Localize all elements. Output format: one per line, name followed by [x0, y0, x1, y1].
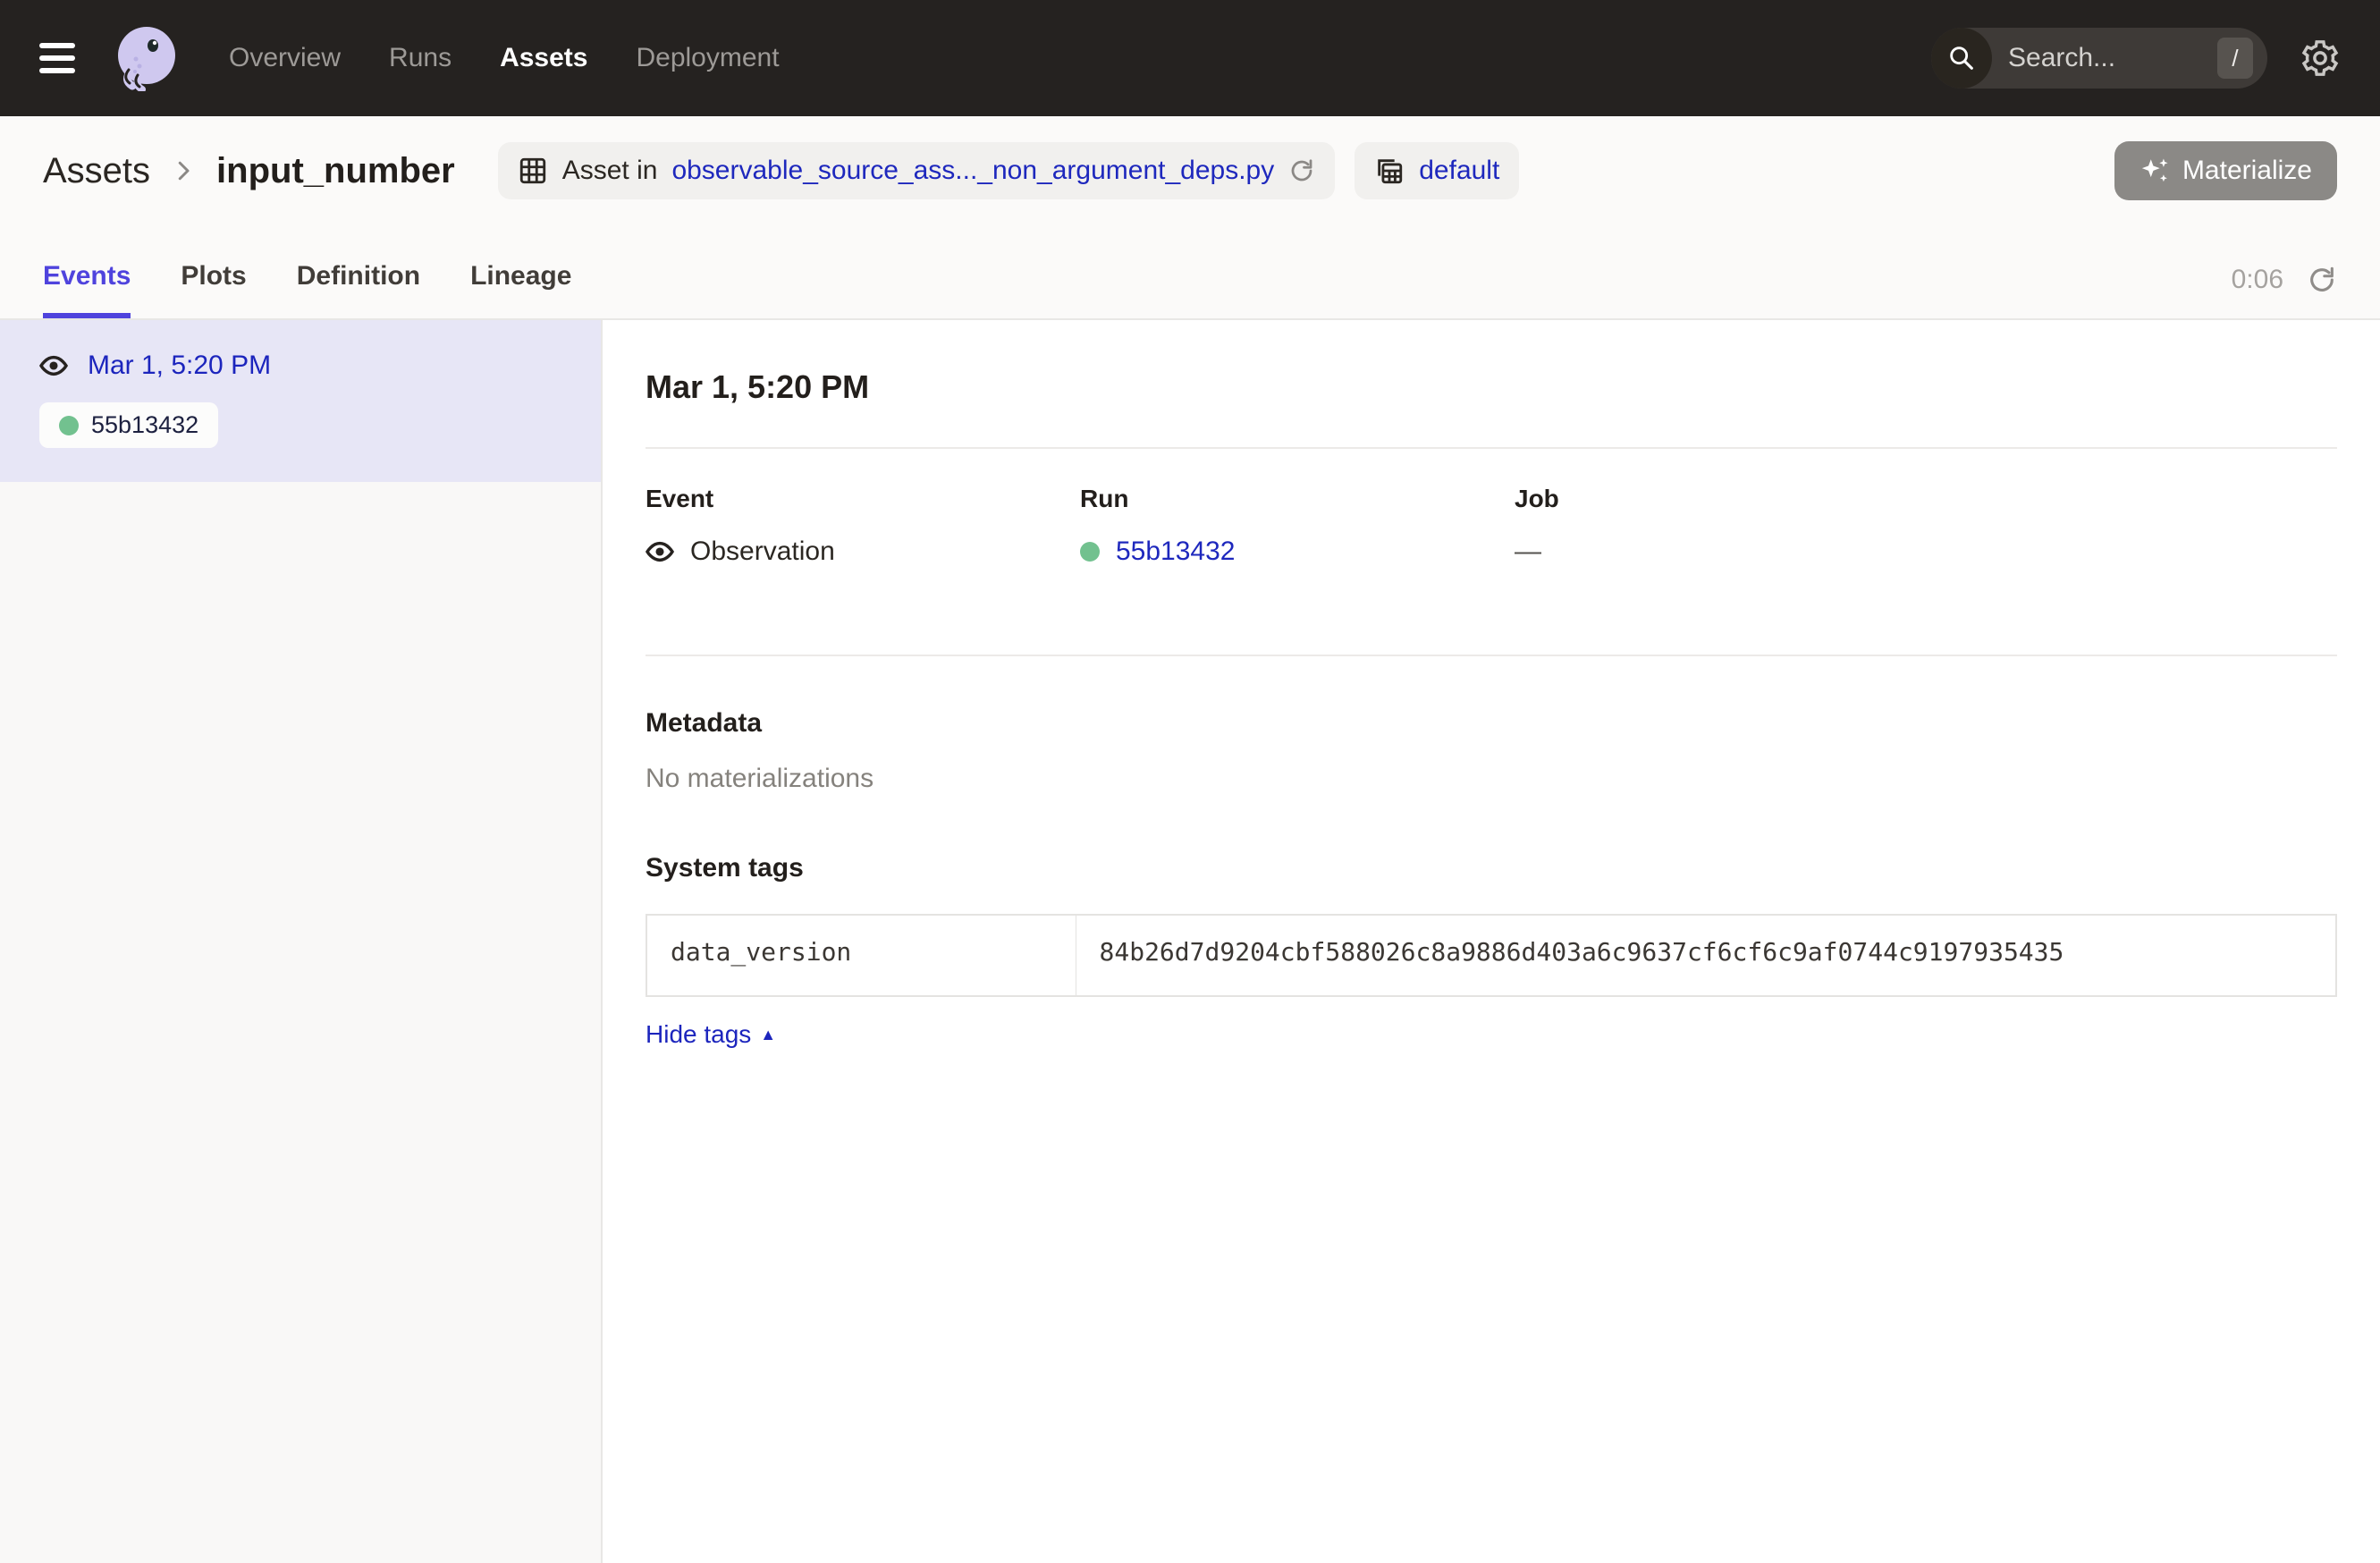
asset-header: Assets input_number Asset in observable_…: [0, 116, 2380, 320]
breadcrumb-assets-link[interactable]: Assets: [43, 151, 150, 191]
run-column: Run 55b13432: [1080, 485, 1515, 567]
breadcrumb: Assets input_number Asset in observable_…: [0, 116, 2380, 225]
nav-assets[interactable]: Assets: [500, 43, 587, 73]
settings-gear-icon[interactable]: [2300, 38, 2341, 79]
run-status-dot: [1080, 542, 1100, 562]
tab-lineage[interactable]: Lineage: [470, 261, 571, 318]
job-column: Job —: [1515, 485, 1949, 567]
refresh-icon[interactable]: [2307, 265, 2337, 295]
nav-runs[interactable]: Runs: [389, 43, 452, 73]
sparkle-icon: [2139, 156, 2170, 186]
run-status-dot: [59, 416, 79, 435]
tab-events[interactable]: Events: [43, 261, 131, 318]
divider: [646, 655, 2337, 656]
caret-up-icon: ▲: [760, 1026, 776, 1044]
asset-location-pill: Asset in observable_source_ass..._non_ar…: [498, 142, 1336, 199]
materialize-label: Materialize: [2182, 156, 2312, 186]
system-tags-table: data_version 84b26d7d9204cbf588026c8a988…: [646, 914, 2337, 997]
event-list-sidebar: Mar 1, 5:20 PM 55b13432: [0, 320, 603, 1563]
observation-eye-icon: [39, 351, 68, 380]
nav-overview[interactable]: Overview: [229, 43, 341, 73]
run-id-link[interactable]: 55b13432: [1116, 536, 1235, 567]
search-icon: [1931, 28, 1992, 89]
search-input[interactable]: [1992, 43, 2217, 73]
asset-table-icon: [518, 156, 548, 186]
menu-icon[interactable]: [39, 43, 75, 73]
repository-pill: default: [1355, 142, 1519, 199]
dagster-logo[interactable]: [113, 25, 179, 91]
hide-tags-link[interactable]: Hide tags ▲: [646, 1020, 776, 1049]
chevron-right-icon: [170, 157, 197, 184]
metadata-empty-text: No materializations: [646, 764, 2337, 794]
repository-link[interactable]: default: [1419, 156, 1499, 186]
job-value: —: [1515, 536, 1949, 567]
primary-nav: Overview Runs Assets Deployment: [229, 43, 780, 73]
observation-eye-icon: [646, 537, 674, 566]
event-type-value: Observation: [690, 536, 835, 567]
event-detail-title: Mar 1, 5:20 PM: [646, 368, 2337, 406]
tag-key-cell: data_version: [646, 915, 1076, 996]
search-box[interactable]: /: [1931, 28, 2267, 89]
job-column-label: Job: [1515, 485, 1949, 513]
tag-value-cell: 84b26d7d9204cbf588026c8a9886d403a6c9637c…: [1076, 915, 2336, 996]
asset-name: input_number: [216, 151, 455, 191]
asset-tabs: Events Plots Definition Lineage 0:06: [0, 225, 2380, 320]
hide-tags-label: Hide tags: [646, 1020, 751, 1049]
event-detail-panel: Mar 1, 5:20 PM Event Observation Run: [603, 320, 2380, 1563]
event-date-link[interactable]: Mar 1, 5:20 PM: [88, 351, 271, 381]
tab-plots[interactable]: Plots: [181, 261, 246, 318]
nav-deployment[interactable]: Deployment: [636, 43, 779, 73]
event-column-label: Event: [646, 485, 1080, 513]
materialize-button[interactable]: Materialize: [2114, 141, 2337, 200]
system-tags-heading: System tags: [646, 853, 2337, 883]
run-tag[interactable]: 55b13432: [39, 402, 218, 448]
table-row: data_version 84b26d7d9204cbf588026c8a988…: [646, 915, 2336, 996]
refresh-countdown: 0:06: [2232, 265, 2283, 295]
run-id-label: 55b13432: [91, 411, 198, 439]
search-shortcut-key: /: [2217, 38, 2253, 79]
event-column: Event Observation: [646, 485, 1080, 567]
reload-location-icon[interactable]: [1288, 157, 1315, 184]
event-list-item[interactable]: Mar 1, 5:20 PM 55b13432: [0, 320, 601, 482]
auto-refresh: 0:06: [2232, 265, 2337, 318]
divider: [646, 447, 2337, 449]
metadata-heading: Metadata: [646, 708, 2337, 739]
top-nav: Overview Runs Assets Deployment /: [0, 0, 2380, 116]
run-column-label: Run: [1080, 485, 1515, 513]
tab-definition[interactable]: Definition: [297, 261, 420, 318]
code-location-link[interactable]: observable_source_ass..._non_argument_de…: [671, 156, 1274, 186]
repo-copies-icon: [1374, 156, 1405, 186]
asset-location-prefix: Asset in: [562, 156, 658, 186]
